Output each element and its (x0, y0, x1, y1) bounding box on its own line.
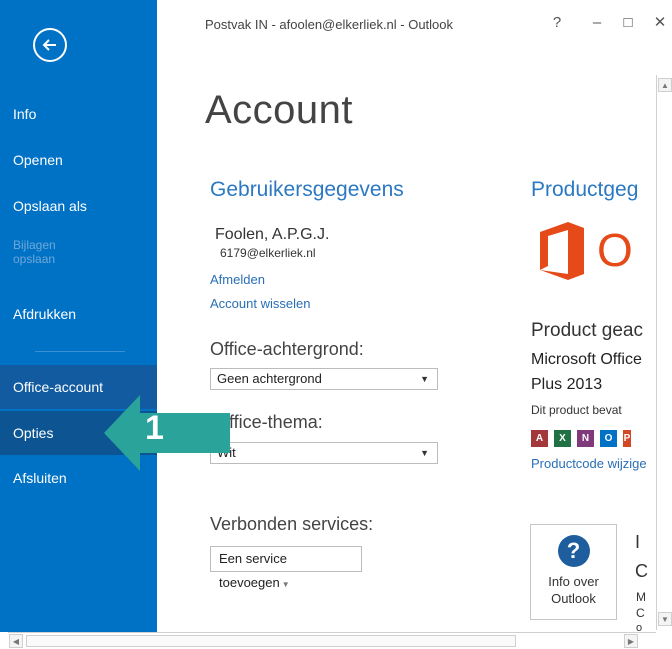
about-outlook-line2: Outlook (551, 591, 596, 606)
window-title: Postvak IN - afoolen@elkerliek.nl - Outl… (205, 17, 454, 32)
nav-label: Afsluiten (13, 470, 67, 486)
add-service-button[interactable]: Een service toevoegen ▼ (210, 546, 362, 590)
annotation-number: 1 (145, 409, 164, 447)
access-icon: A (531, 430, 548, 447)
about-outlook-button[interactable]: ? Info over Outlook (530, 524, 617, 620)
signout-link[interactable]: Afmelden (210, 272, 265, 287)
nav-item-opslaan-als[interactable]: Opslaan als (0, 184, 157, 228)
excel-icon: X (554, 430, 571, 447)
onenote-icon: N (577, 430, 594, 447)
chevron-down-icon: ▼ (420, 448, 429, 458)
clipped-text: M (636, 590, 646, 604)
office-wordmark: O (597, 224, 633, 276)
nav-label-line1: Bijlagen (13, 238, 56, 252)
vertical-scrollbar[interactable]: ▲ ▼ (656, 75, 672, 630)
nav-item-openen[interactable]: Openen (0, 138, 157, 182)
product-name-line1: Microsoft Office (531, 351, 642, 368)
app-icons: A X N O P (531, 430, 631, 447)
horizontal-scrollbar[interactable]: ◀ ▶ (8, 632, 656, 649)
user-email: 6179@elkerliek.nl (220, 246, 316, 260)
chevron-down-icon: ▼ (281, 580, 290, 589)
background-value: Geen achtergrond (217, 371, 322, 386)
chevron-down-icon: ▼ (420, 374, 429, 384)
nav-item-info[interactable]: Info (0, 92, 157, 136)
nav-item-afdrukken[interactable]: Afdrukken (0, 292, 157, 336)
question-icon: ? (557, 535, 590, 567)
nav-label: Office-account (13, 379, 104, 395)
theme-label: ffice-thema: (229, 412, 323, 432)
outlook-icon: O (600, 430, 617, 447)
product-section-title: Productgeg (531, 178, 639, 201)
nav-label-line2: opslaan (13, 252, 56, 266)
nav-item-bijlagen-opslaan: Bijlagen opslaan (0, 234, 157, 270)
scroll-right-icon[interactable]: ▶ (624, 634, 638, 648)
close-button[interactable]: ✕ (650, 12, 670, 34)
product-heading: Product geac (531, 320, 643, 341)
back-button[interactable] (33, 28, 67, 62)
about-outlook-line1: Info over (548, 574, 599, 589)
scroll-thumb[interactable] (26, 635, 516, 647)
clipped-text: C (636, 606, 645, 620)
scroll-left-icon[interactable]: ◀ (9, 634, 23, 648)
page-title: Account (205, 88, 354, 132)
add-service-label: Een service toevoegen (219, 551, 287, 590)
backstage-nav: Info Openen Opslaan als Bijlagen opslaan… (0, 0, 157, 632)
scroll-up-icon[interactable]: ▲ (658, 78, 672, 92)
nav-label: Opties (13, 425, 54, 441)
switch-account-link[interactable]: Account wisselen (210, 296, 310, 311)
user-name: Foolen, A.P.G.J. (215, 226, 330, 243)
nav-label: Afdrukken (13, 306, 77, 322)
back-arrow-icon (42, 39, 56, 51)
background-label: Office-achtergrond: (210, 339, 364, 359)
background-dropdown[interactable]: Geen achtergrond ▼ (210, 368, 438, 390)
scroll-down-icon[interactable]: ▼ (658, 612, 672, 626)
clipped-text: I (635, 532, 641, 552)
user-section-title: Gebruikersgegevens (210, 178, 404, 201)
powerpoint-icon: P (623, 430, 631, 447)
clipped-text: C (635, 561, 648, 581)
product-contains: Dit product bevat (531, 403, 622, 417)
maximize-button[interactable]: □ (618, 12, 638, 34)
services-label: Verbonden services: (210, 514, 374, 534)
product-name-line2: Plus 2013 (531, 376, 603, 393)
nav-label: Openen (13, 152, 63, 168)
nav-label: Opslaan als (13, 198, 87, 214)
annotation-arrow (104, 395, 230, 471)
minimize-button[interactable]: – (587, 12, 607, 34)
productcode-link[interactable]: Productcode wijzige (531, 456, 647, 471)
nav-divider (35, 351, 125, 352)
nav-label: Info (13, 106, 37, 122)
office-logo-icon (540, 222, 584, 280)
help-button[interactable]: ? (547, 12, 567, 34)
theme-dropdown[interactable]: Wit ▼ (210, 442, 438, 464)
